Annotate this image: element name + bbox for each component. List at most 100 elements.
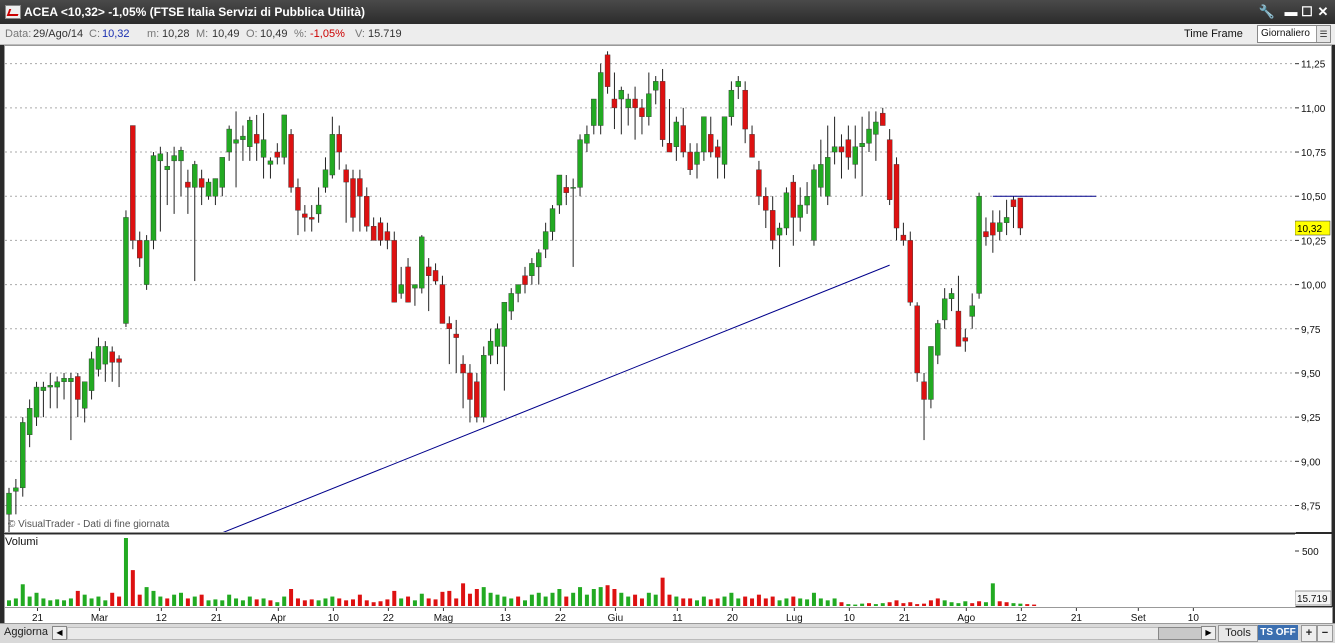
volume-bar (997, 601, 1002, 606)
volume-bar (832, 598, 837, 606)
volume-bar (488, 592, 493, 606)
update-button[interactable]: Aggiorna (4, 626, 48, 638)
candle-body (412, 284, 418, 289)
volume-bar (261, 598, 266, 606)
volume-bar (41, 598, 46, 606)
volume-bar (935, 598, 940, 606)
volume-bar (351, 599, 355, 606)
candle-body (253, 134, 260, 144)
open-value: 10,49 (260, 28, 288, 40)
zoom-in-button[interactable]: + (1301, 625, 1317, 642)
candle-body (701, 116, 707, 153)
volume-bar (179, 592, 183, 606)
tools-button[interactable]: Tools (1218, 625, 1258, 642)
chevron-down-icon[interactable]: ☰ (1316, 26, 1330, 42)
candle-body (735, 81, 741, 87)
candle-body (948, 293, 955, 299)
price-chart-area[interactable] (4, 45, 1296, 536)
candle-body (13, 487, 19, 492)
volume-bar (536, 592, 541, 606)
scroll-right-button[interactable]: ▶ (1201, 626, 1216, 640)
volume-bar (234, 598, 239, 606)
window-title: ACEA <10,32> -1,05% (FTSE Italia Servizi… (24, 5, 365, 19)
candle-body (288, 134, 294, 188)
volume-bar (268, 600, 273, 606)
volume-bar (736, 598, 741, 606)
candle-body (694, 151, 700, 165)
candle-body (81, 381, 88, 409)
candle-body (26, 408, 33, 436)
volume-bar (729, 592, 734, 606)
timeframe-select[interactable]: Giornaliero ☰ (1257, 25, 1331, 43)
volume-bar (543, 596, 548, 606)
candle-body (914, 305, 920, 374)
candle-body (501, 302, 508, 347)
volume-bar (220, 600, 225, 606)
volume-bar (777, 600, 782, 606)
date-label: Data: (5, 28, 32, 40)
candle-body (818, 164, 824, 188)
zoom-out-button[interactable]: − (1317, 625, 1333, 642)
candle-body (1017, 197, 1024, 229)
volume-bar (550, 592, 555, 606)
candle-body (233, 139, 239, 144)
scroll-left-button[interactable]: ◀ (52, 626, 67, 640)
volume-bar (130, 570, 135, 606)
volume-bar (956, 603, 961, 606)
candle-body (357, 178, 363, 197)
volume-bar (289, 589, 294, 606)
volume-bar (13, 598, 18, 606)
candle-body (921, 381, 927, 400)
candle-body (398, 284, 404, 294)
volume-bar (55, 599, 60, 606)
volume-bar (481, 587, 486, 606)
candle-body (432, 270, 439, 282)
candle-body (33, 386, 40, 418)
volume-bar (247, 596, 252, 606)
candle-body (563, 187, 569, 193)
volume-bar (1004, 602, 1009, 606)
candle-body (907, 240, 913, 303)
volume-bar (619, 592, 624, 606)
candle-body (997, 222, 1003, 232)
volume-bar (529, 594, 534, 606)
horizontal-scrollbar-thumb[interactable] (1158, 627, 1202, 640)
horizontal-scrollbar-track[interactable] (67, 627, 1159, 640)
candle-body (322, 169, 329, 188)
volume-bar (103, 600, 108, 606)
volume-bar (983, 602, 988, 606)
volume-bar (660, 577, 665, 606)
candle-body (446, 323, 453, 329)
candle-body (102, 346, 109, 365)
candle-body (309, 217, 315, 220)
volume-chart-area[interactable] (4, 534, 1296, 608)
candle-body (893, 164, 900, 229)
volume-bar (763, 598, 768, 606)
ts-off-button[interactable]: TS OFF (1258, 625, 1298, 640)
volume-bar (192, 596, 197, 606)
candle-body (274, 151, 281, 158)
quote-info-bar: Data: 29/Ago/14 C: 10,32 m: 10,28 M: 10,… (0, 24, 1335, 45)
volume-bar (598, 587, 603, 606)
volume-bar (474, 589, 479, 606)
candle-body (302, 213, 308, 218)
candle-body (721, 116, 728, 165)
application-window: ACEA <10,32> -1,05% (FTSE Italia Servizi… (0, 0, 1335, 643)
candle-body (123, 217, 129, 324)
price-tick-label: 10,50 (1301, 192, 1326, 203)
candle-body (880, 112, 886, 126)
candle-body (226, 128, 232, 153)
candle-body (611, 98, 618, 109)
volume-bar (502, 596, 507, 606)
volume-bar (254, 599, 259, 606)
candle-body (494, 328, 501, 347)
volume-bar (75, 590, 80, 606)
volume-bar (433, 599, 438, 606)
volume-bar (185, 598, 190, 606)
wrench-icon[interactable]: 🔧 (1258, 3, 1276, 20)
volume-bar (1011, 603, 1016, 606)
candle-body (164, 165, 170, 170)
close-button[interactable]: ✕ (1314, 3, 1332, 20)
volume-bar (942, 600, 947, 606)
candle-body (116, 358, 122, 363)
